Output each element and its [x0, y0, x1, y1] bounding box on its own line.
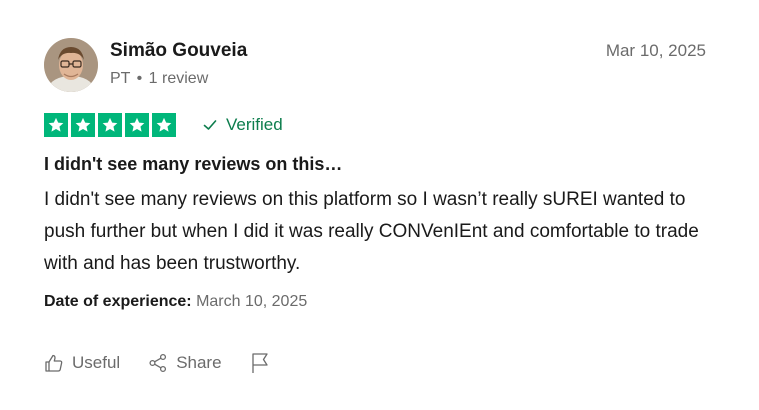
- meta-separator: •: [136, 70, 143, 87]
- reviewer-meta: PT • 1 review: [110, 70, 208, 88]
- check-icon: [203, 120, 217, 130]
- share-icon: [149, 353, 167, 373]
- useful-button[interactable]: Useful: [44, 353, 120, 373]
- flag-icon: [251, 353, 268, 373]
- review-date: Mar 10, 2025: [605, 41, 706, 60]
- reviewer-review-count: 1 review: [148, 70, 209, 87]
- experience-label: Date of experience:: [44, 293, 192, 310]
- report-button[interactable]: [250, 352, 270, 374]
- star-rating: [44, 113, 176, 137]
- useful-label: Useful: [72, 353, 121, 372]
- review-card: Simão Gouveia PT • 1 review Mar 10, 2025…: [0, 0, 759, 410]
- star-icon: [44, 113, 68, 137]
- star-icon: [71, 113, 95, 137]
- reviewer-name[interactable]: Simão Gouveia: [110, 40, 247, 62]
- verified-badge[interactable]: Verified: [202, 115, 283, 135]
- date-of-experience: Date of experience: March 10, 2025: [44, 293, 307, 311]
- star-icon: [98, 113, 122, 137]
- share-button[interactable]: Share: [148, 353, 222, 373]
- star-icon: [152, 113, 176, 137]
- review-actions: Useful Share: [44, 352, 270, 374]
- experience-date: March 10, 2025: [196, 293, 308, 310]
- avatar[interactable]: [44, 38, 98, 92]
- verified-label: Verified: [226, 115, 283, 134]
- reviewer-country: PT: [110, 70, 131, 87]
- avatar-image: [44, 38, 98, 92]
- review-title[interactable]: I didn't see many reviews on this…: [44, 154, 342, 175]
- review-body: I didn't see many reviews on this platfo…: [44, 189, 699, 274]
- share-label: Share: [176, 353, 222, 372]
- star-icon: [125, 113, 149, 137]
- thumbs-up-icon: [45, 354, 63, 372]
